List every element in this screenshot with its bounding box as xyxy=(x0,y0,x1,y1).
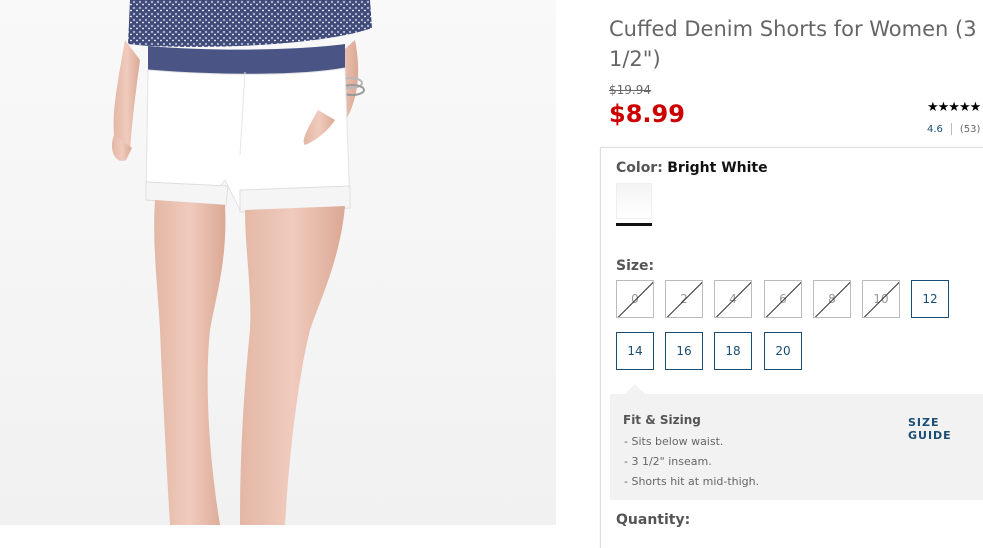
size-option-12[interactable]: 12 xyxy=(911,280,949,318)
size-label: Size: xyxy=(616,258,655,274)
product-title: Cuffed Denim Shorts for Women (3 1/2") xyxy=(609,17,977,71)
size-option-10[interactable]: 10 xyxy=(862,280,900,318)
color-swatch-bright-white[interactable] xyxy=(616,183,652,219)
rating-divider xyxy=(950,123,952,135)
fit-detail-item: - Sits below waist. xyxy=(624,435,724,448)
size-option-2[interactable]: 2 xyxy=(665,280,703,318)
size-option-4[interactable]: 4 xyxy=(714,280,752,318)
size-option-6[interactable]: 6 xyxy=(764,280,802,318)
color-value: Bright White xyxy=(667,160,768,176)
review-count: (53) xyxy=(959,124,981,135)
color-selection: Color: Bright White xyxy=(616,160,768,176)
size-option-16[interactable]: 16 xyxy=(665,332,703,370)
product-image[interactable] xyxy=(0,0,556,525)
fit-detail-item: - 3 1/2" inseam. xyxy=(624,455,712,468)
rating-summary[interactable]: 4.6 (53) xyxy=(927,123,980,135)
sale-price: $8.99 xyxy=(609,100,685,128)
rating-value: 4.6 xyxy=(927,124,943,135)
quantity-label: Quantity: xyxy=(616,512,691,528)
fit-box-pointer xyxy=(625,384,645,394)
size-option-8[interactable]: 8 xyxy=(813,280,851,318)
fit-sizing-title: Fit & Sizing xyxy=(623,413,701,427)
size-option-20[interactable]: 20 xyxy=(764,332,802,370)
product-photo xyxy=(0,0,556,525)
size-option-14[interactable]: 14 xyxy=(616,332,654,370)
rating-stars-icon[interactable]: ★★★★★ xyxy=(927,100,981,115)
fit-details-list: - Sits below waist. - 3 1/2" inseam. - S… xyxy=(624,432,759,492)
fit-detail-item: - Shorts hit at mid-thigh. xyxy=(624,475,760,488)
selected-swatch-indicator xyxy=(616,223,652,226)
size-option-0[interactable]: 0 xyxy=(616,280,654,318)
original-price: $19.94 xyxy=(609,83,651,97)
size-guide-link[interactable]: SIZE GUIDE xyxy=(908,416,983,442)
size-option-18[interactable]: 18 xyxy=(714,332,752,370)
color-label: Color: xyxy=(616,160,663,176)
